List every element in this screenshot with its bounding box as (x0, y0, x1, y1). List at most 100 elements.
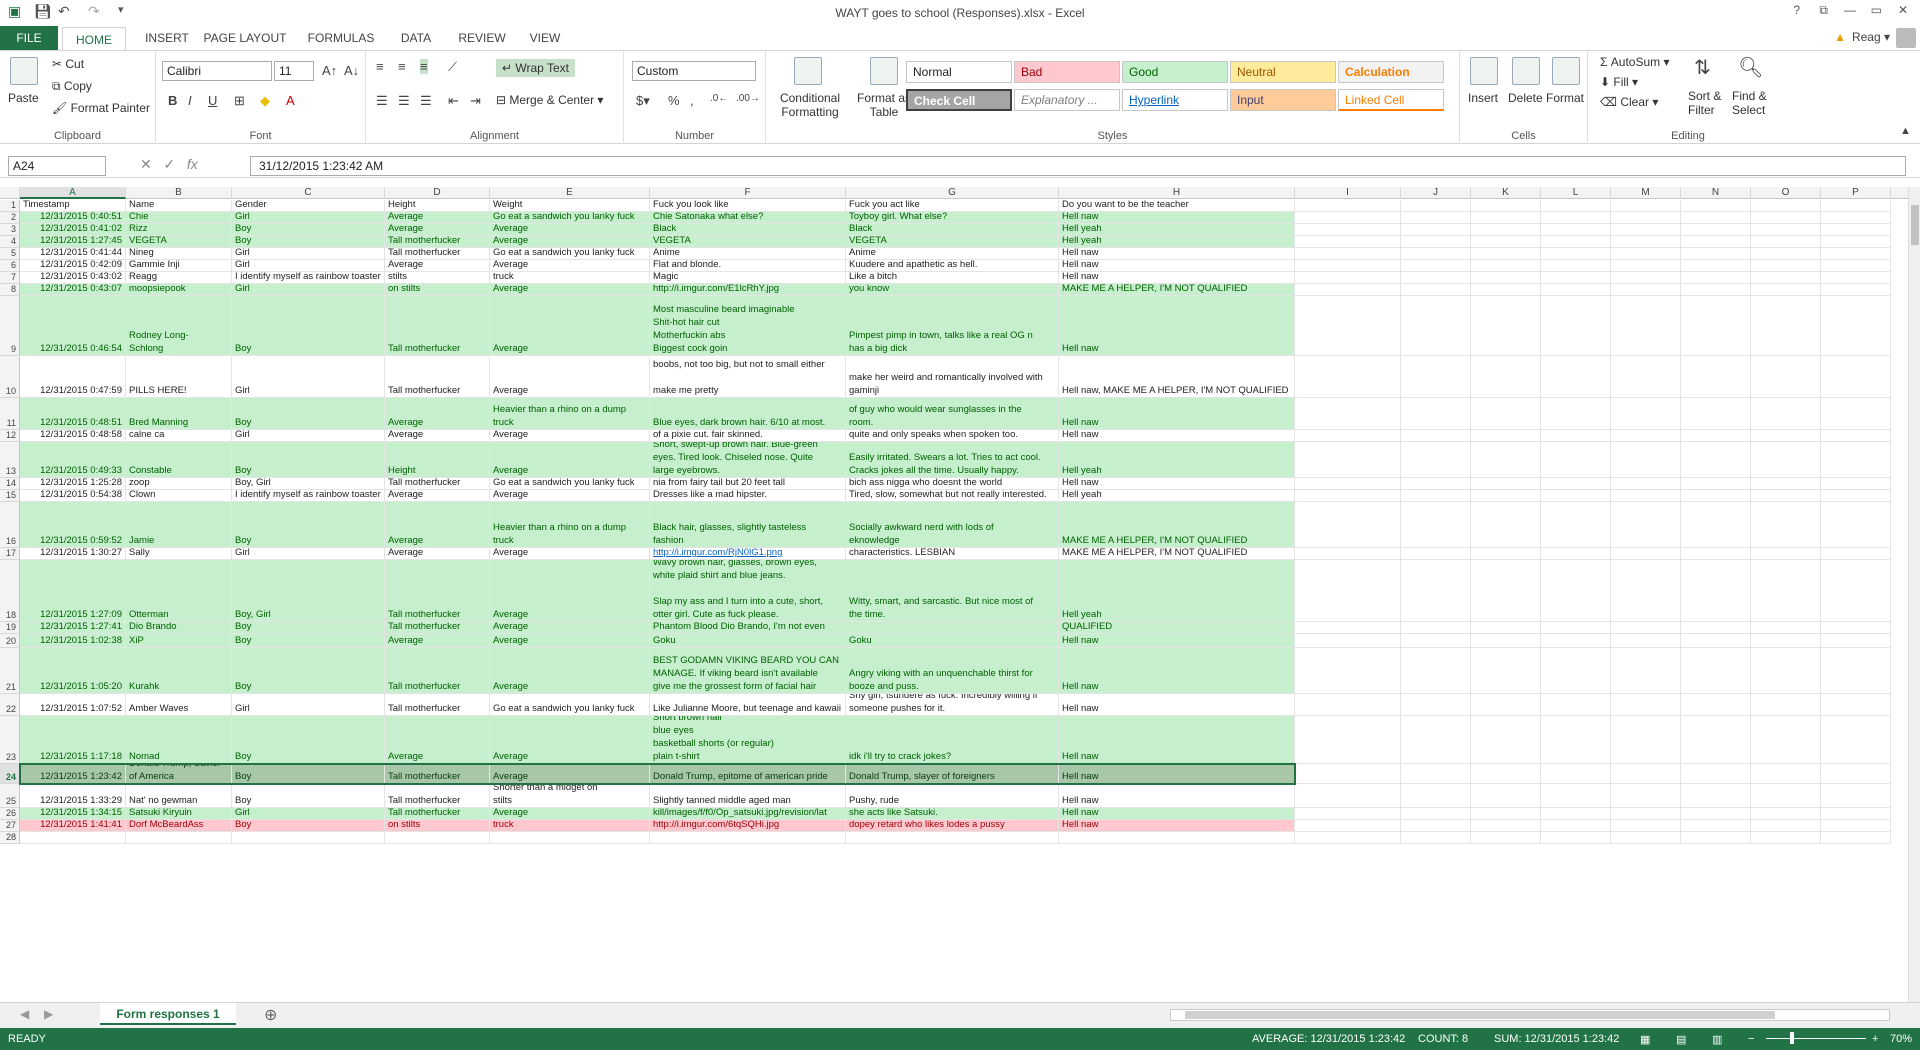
cell[interactable] (490, 832, 650, 844)
zoom-level[interactable]: 70% (1890, 1033, 1912, 1045)
row-header[interactable]: 18 (0, 560, 20, 622)
row-header[interactable]: 1 (0, 200, 20, 212)
font-color-icon[interactable]: A (286, 93, 295, 108)
column-header-m[interactable]: M (1611, 187, 1681, 199)
horizontal-scrollbar[interactable] (1170, 1009, 1890, 1021)
cell[interactable] (1471, 502, 1541, 548)
cell[interactable]: characteristics. LESBIAN (846, 548, 1059, 560)
cell[interactable]: Short, swept-up brown hair. Blue-green e… (650, 442, 846, 478)
row-header[interactable]: 6 (0, 260, 20, 272)
cell[interactable]: Goku (650, 634, 846, 648)
cell[interactable]: Donald Trump, Savior of America (126, 764, 232, 784)
cell[interactable]: Like Julianne Moore, but teenage and kaw… (650, 694, 846, 716)
cell[interactable]: Dio Brando (126, 622, 232, 634)
cell[interactable] (1401, 694, 1471, 716)
cell[interactable]: Gender (232, 200, 385, 212)
align-top-icon[interactable]: ≡ (376, 59, 384, 74)
cell[interactable]: 12/31/2015 1:41:41 (20, 820, 126, 832)
cell[interactable] (1541, 490, 1611, 502)
cell[interactable] (1401, 356, 1471, 398)
cell[interactable] (1681, 260, 1751, 272)
cell[interactable] (1295, 634, 1401, 648)
cell[interactable] (1611, 490, 1681, 502)
cell[interactable]: Boy (232, 764, 385, 784)
cell[interactable] (1471, 200, 1541, 212)
cell[interactable]: Hell naw (1059, 248, 1295, 260)
bold-button[interactable]: B (168, 93, 177, 108)
cell[interactable] (1751, 398, 1821, 430)
cell[interactable] (1751, 430, 1821, 442)
cell[interactable] (1471, 808, 1541, 820)
cell[interactable] (1295, 272, 1401, 284)
cell[interactable]: 12/31/2015 0:48:51 (20, 398, 126, 430)
style-linked-cell[interactable]: Linked Cell (1338, 89, 1444, 111)
cell[interactable]: Hell yeah (1059, 224, 1295, 236)
cell[interactable] (1541, 808, 1611, 820)
cell[interactable]: Hell yeah (1059, 560, 1295, 622)
cell[interactable]: Hell naw (1059, 784, 1295, 808)
cell[interactable]: you know (846, 284, 1059, 296)
cell[interactable] (1611, 224, 1681, 236)
cell[interactable]: Average (385, 634, 490, 648)
cell[interactable] (1681, 634, 1751, 648)
help-button[interactable]: ? (1793, 3, 1800, 17)
cell[interactable] (1471, 622, 1541, 634)
row-header[interactable]: 9 (0, 296, 20, 356)
cell[interactable]: Go eat a sandwich you lanky fuck (490, 694, 650, 716)
format-cells-icon[interactable] (1552, 57, 1580, 85)
row-header[interactable]: 5 (0, 248, 20, 260)
cell[interactable]: 12/31/2015 1:34:15 (20, 808, 126, 820)
cell[interactable] (1541, 236, 1611, 248)
cell[interactable]: Average (490, 648, 650, 694)
cell[interactable]: 12/31/2015 0:46:54 (20, 296, 126, 356)
cell[interactable] (1751, 490, 1821, 502)
cell[interactable]: Boy (232, 442, 385, 478)
cell[interactable] (1681, 502, 1751, 548)
cell[interactable]: Black (846, 224, 1059, 236)
cell[interactable] (1821, 356, 1891, 398)
cell[interactable] (1295, 284, 1401, 296)
format-button[interactable]: Format (1546, 91, 1584, 105)
cell[interactable] (1401, 560, 1471, 622)
insert-cells-icon[interactable] (1470, 57, 1498, 85)
cell[interactable] (20, 832, 126, 844)
cell[interactable] (1295, 200, 1401, 212)
percent-button[interactable]: % (668, 93, 680, 108)
cell[interactable] (1611, 284, 1681, 296)
cell[interactable] (1401, 224, 1471, 236)
cell[interactable] (1821, 442, 1891, 478)
align-middle-icon[interactable]: ≡ (398, 59, 406, 74)
new-sheet-icon[interactable]: ⊕ (264, 1005, 277, 1025)
cell[interactable] (1471, 764, 1541, 784)
cell[interactable] (1471, 648, 1541, 694)
cell[interactable]: quite and only speaks when spoken too. (846, 430, 1059, 442)
cell[interactable]: Tall motherfucker (385, 648, 490, 694)
cell[interactable] (1821, 260, 1891, 272)
cell[interactable]: Nineg (126, 248, 232, 260)
cell[interactable]: Average (490, 356, 650, 398)
cell[interactable] (1821, 560, 1891, 622)
cell[interactable]: Girl (232, 284, 385, 296)
cell[interactable]: Slightly tanned middle aged man (650, 784, 846, 808)
align-left-icon[interactable]: ☰ (376, 93, 388, 109)
row-header[interactable]: 26 (0, 808, 20, 820)
cell[interactable] (1751, 820, 1821, 832)
cell[interactable]: Like a bitch (846, 272, 1059, 284)
cell[interactable]: Average (490, 236, 650, 248)
cell[interactable]: Anime (846, 248, 1059, 260)
cell[interactable] (1295, 808, 1401, 820)
cell[interactable]: Clown (126, 490, 232, 502)
cell[interactable]: Angry viking with an unquenchable thirst… (846, 648, 1059, 694)
cell[interactable]: on stilts (385, 284, 490, 296)
enter-icon[interactable]: ✓ (163, 156, 175, 172)
ribbon-display-button[interactable]: ⧉ (1819, 3, 1828, 18)
row-header[interactable]: 13 (0, 442, 20, 478)
find-select-button[interactable]: Find & Select (1732, 89, 1767, 117)
cell[interactable]: Magic (650, 272, 846, 284)
increase-indent-icon[interactable]: ⇥ (470, 93, 481, 109)
cell[interactable]: Boy, Girl (232, 560, 385, 622)
cell[interactable]: dopey retard who likes lodes a pussy (846, 820, 1059, 832)
cell[interactable] (1541, 296, 1611, 356)
cell[interactable] (1401, 212, 1471, 224)
cell[interactable] (1821, 634, 1891, 648)
